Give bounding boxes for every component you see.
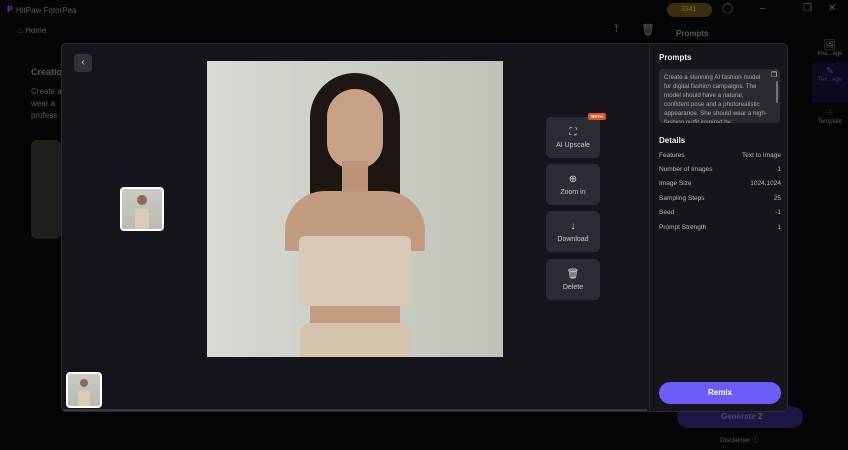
detail-key: Seed (659, 209, 675, 217)
generate-label: Generate (721, 412, 756, 421)
detail-row: Seed -1 (659, 206, 781, 220)
chevron-left-icon: ‹ (81, 57, 85, 68)
detail-row: Number of Images 1 (659, 162, 781, 176)
close-icon[interactable]: ✕ (828, 3, 836, 14)
detail-value: 1 (777, 223, 781, 231)
generate-cost: 2 (757, 412, 763, 421)
sidebar-item-image[interactable]: 🖼 Ima...age (812, 40, 848, 57)
disclaimer-label: Disclaimer (720, 437, 751, 444)
detail-value: 1024,1024 (750, 180, 781, 188)
zoom-in-button[interactable]: ⊕ Zoom in (546, 164, 600, 205)
button-label: Download (557, 235, 589, 243)
zoom-in-icon: ⊕ (568, 173, 578, 185)
details-panel: Prompts Create a stunning AI fashion mod… (649, 44, 787, 411)
disclaimer-link[interactable]: Disclaimer ⓘ (720, 434, 759, 444)
prompt-scrollbar[interactable] (776, 81, 778, 103)
creation-image[interactable] (31, 140, 61, 239)
trash-icon: 🗑 (566, 268, 580, 280)
button-label: AI Upscale (556, 141, 590, 149)
details-title: Details (659, 136, 686, 145)
nav-home[interactable]: ⌂ Home (18, 26, 46, 35)
trash-icon[interactable]: 🗑 (641, 23, 655, 36)
bg-prompts-title: Prompts (676, 29, 709, 38)
thumbnail-strip-item[interactable] (66, 372, 102, 408)
sidebar-label: Tex...age (817, 77, 843, 83)
creation-line: Create a (31, 87, 62, 96)
prompt-text[interactable]: Create a stunning AI fashion model for d… (659, 69, 780, 123)
ai-upscale-button[interactable]: ⛶ AI Upscale BETA (546, 113, 606, 158)
detail-key: Features (659, 151, 685, 159)
detail-key: Image Size (659, 180, 692, 188)
button-label: Zoom in (560, 188, 586, 196)
remix-button[interactable]: Remix (659, 382, 781, 404)
detail-value: 1 (777, 166, 781, 174)
thumbnail-preview[interactable] (120, 187, 164, 231)
generated-image (207, 61, 503, 357)
title-bar: P HitPaw FotorPea 3341 ◯ – ❐ ✕ (0, 0, 848, 20)
sidebar-label: Template (817, 119, 843, 125)
detail-row: Image Size 1024,1024 (659, 177, 781, 191)
home-label: Home (25, 26, 47, 35)
app-logo-icon: P (7, 5, 13, 14)
restore-icon[interactable]: ❐ (803, 3, 812, 14)
prompt-content: Create a stunning AI fashion model for d… (664, 74, 767, 123)
beta-badge: BETA (588, 113, 606, 120)
image-viewer-modal: ‹ ⛶ AI Upscale BETA ⊕ Zoom in ↓ Download 🗑 D… (61, 43, 788, 412)
detail-value: 25 (773, 194, 781, 202)
details-list: Features Text to Image Number of Images 1 … (659, 148, 781, 234)
copy-icon[interactable]: ❐ (771, 71, 777, 80)
detail-key: Number of Images (659, 166, 713, 174)
download-button[interactable]: ↓ Download (546, 211, 600, 252)
detail-row: Features Text to Image (659, 148, 781, 162)
account-icon[interactable]: ◯ (722, 3, 733, 14)
detail-row: Sampling Steps 25 (659, 191, 781, 205)
sidebar-label: Ima...age (817, 51, 843, 57)
thumbnail-scrollbar[interactable] (62, 409, 647, 411)
coin-balance[interactable]: 3341 (667, 3, 712, 17)
download-icon: ↓ (570, 220, 576, 232)
delete-button[interactable]: 🗑 Delete (546, 259, 600, 300)
creation-text: Create a wear a profess (31, 86, 62, 122)
sidebar-item-template[interactable]: ⁘ Template (812, 108, 848, 125)
upscale-icon: ⛶ (569, 126, 577, 138)
detail-key: Prompt Strength (659, 223, 707, 231)
button-label: Delete (562, 283, 584, 291)
sidebar-item-text-to-image[interactable]: ✎ Tex...age (812, 62, 848, 102)
prompts-title: Prompts (659, 53, 692, 62)
detail-value: -1 (775, 209, 781, 217)
detail-value: Text to Image (741, 151, 781, 159)
back-button[interactable]: ‹ (74, 54, 92, 72)
detail-key: Sampling Steps (659, 194, 705, 202)
detail-row: Prompt Strength 1 (659, 220, 781, 234)
creation-line: profess (31, 111, 58, 120)
creation-line: wear a (31, 99, 56, 108)
upload-icon[interactable]: ⤒ (614, 23, 619, 36)
minimize-icon[interactable]: – (760, 3, 766, 14)
app-title: HitPaw FotorPea (16, 6, 77, 15)
